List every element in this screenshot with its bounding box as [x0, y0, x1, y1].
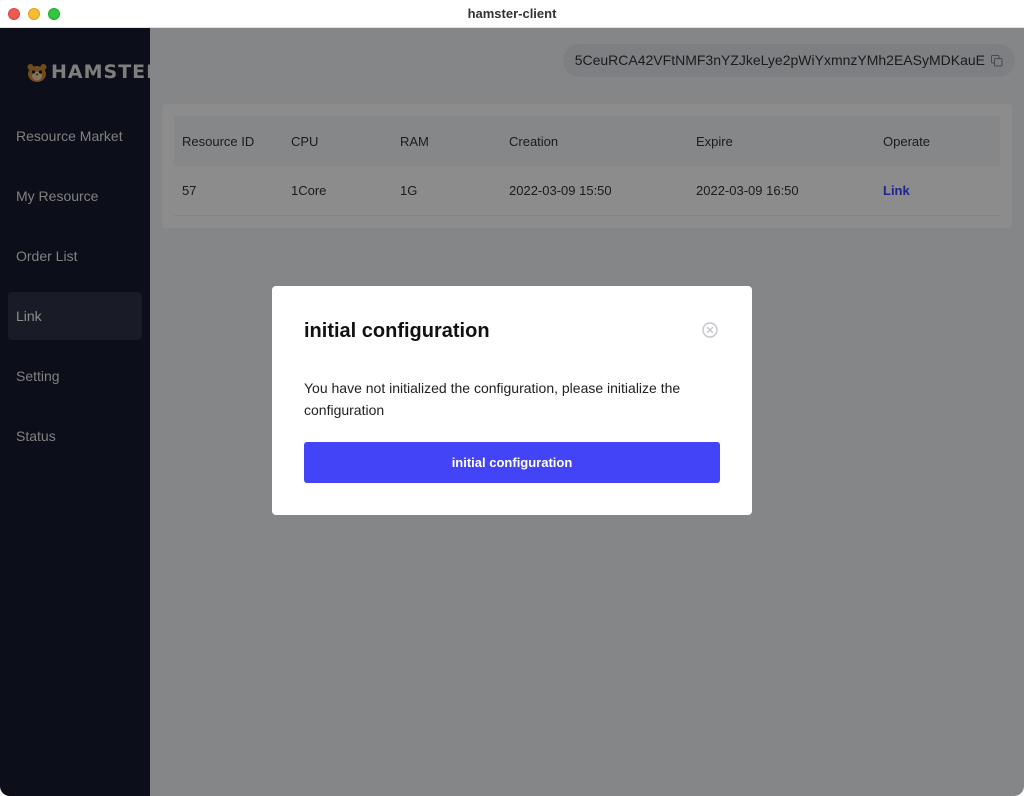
window-title: hamster-client	[467, 6, 557, 21]
close-circle-icon[interactable]	[702, 322, 718, 338]
dialog-title: initial configuration	[304, 320, 490, 342]
title-bar: hamster-client	[0, 0, 1024, 28]
dialog-message: You have not initialized the configurati…	[304, 380, 681, 418]
initial-configuration-button[interactable]: initial configuration	[304, 442, 720, 483]
app-window: hamster-client HAMSTER Resource Market M…	[0, 0, 1024, 796]
init-config-dialog: initial configuration You have not initi…	[272, 286, 752, 515]
